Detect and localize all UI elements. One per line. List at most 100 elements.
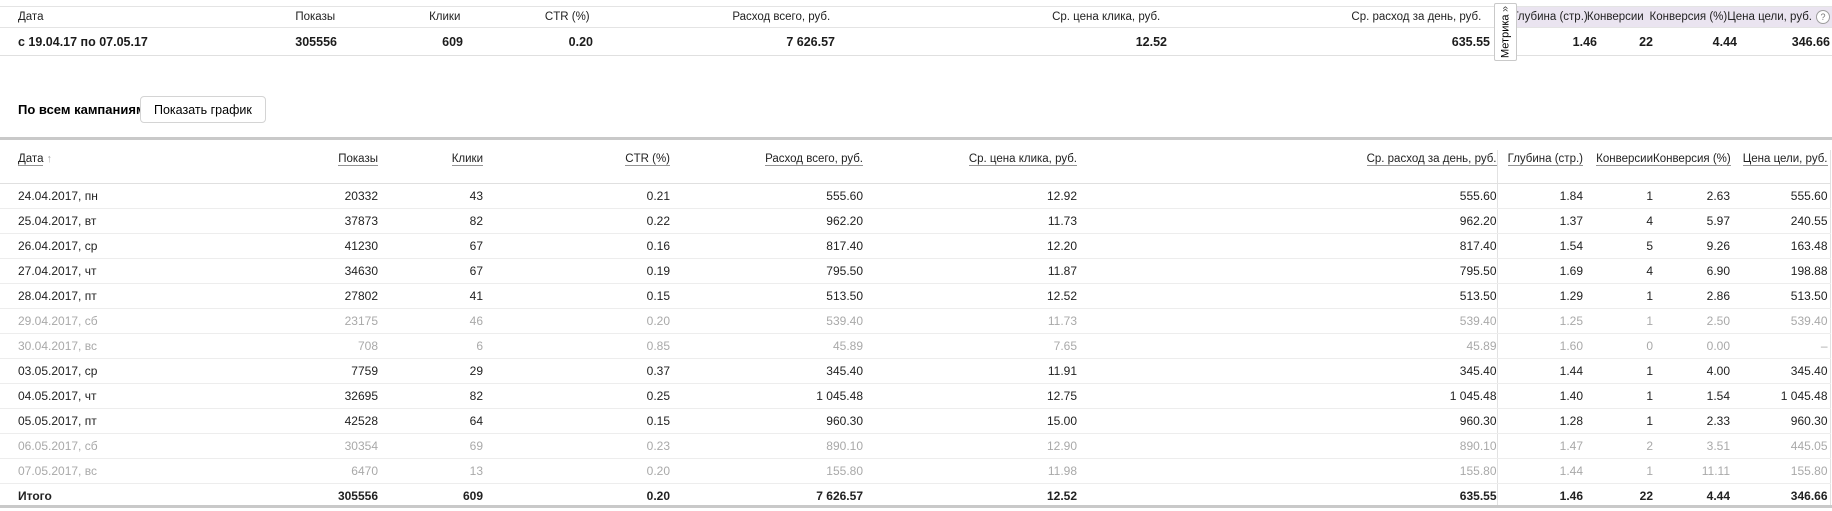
summary-values-row: с 19.04.17 по 07.05.17 305556 609 0.20 7 626… [0,28,1832,56]
table-cell: 15.00 [863,408,1077,434]
table-cell: 163.48 [1730,233,1831,259]
column-header-link[interactable]: Дата [18,153,44,166]
table-cell: 67 [378,233,483,259]
column-header-link[interactable]: CTR (%) [625,153,670,166]
table-cell: 0.00 [1653,333,1730,359]
table-cell: 4 [1583,208,1653,234]
table-cell: 1 [1583,308,1653,334]
table-cell: 69 [378,433,483,459]
summary-metrika-column-header: Конверсия (%) [1643,7,1728,27]
table-cell: 1.29 [1496,283,1583,309]
table-cell: 155.80 [670,458,863,484]
table-row: 07.05.2017, вс 6470 13 0.20 155.80 11.98 155.8… [0,458,1831,484]
table-cell: 0 [1583,333,1653,359]
table-cell: 41230 [300,233,378,259]
table-cell: 1.40 [1496,383,1583,409]
table-cell: 05.05.2017, пт [0,408,300,434]
column-header-link[interactable]: Ср. расход за день, руб. [1366,153,1497,166]
table-cell: 890.10 [1077,433,1497,459]
table-cell: 1 045.48 [670,383,863,409]
column-header-link[interactable]: Конверсия (%) [1653,153,1731,166]
table-cell: 960.30 [670,408,863,434]
table-cell: 30.04.2017, вс [0,333,300,359]
table-cell: 6470 [300,458,378,484]
table-cell: 1.25 [1496,308,1583,334]
table-cell: 2.50 [1653,308,1730,334]
table-cell: 539.40 [1730,308,1831,334]
help-icon[interactable]: ? [1816,10,1830,24]
summary-value-cell: 635.55 [1451,34,1490,49]
column-header-sort[interactable]: Дата ↑ [0,150,300,184]
metrika-tab[interactable]: Метрика» [1494,3,1517,61]
column-header-sort[interactable]: Ср. цена клика, руб. [863,150,1077,184]
table-cell: 43 [378,183,483,209]
table-cell: 29 [378,358,483,384]
table-cell: 03.05.2017, ср [0,358,300,384]
column-header-link[interactable]: Цена цели, руб. [1742,153,1828,166]
table-cell: 817.40 [670,233,863,259]
table-cell: 155.80 [1730,458,1831,484]
section-title: По всем кампаниям [18,102,146,117]
table-cell: 555.60 [1077,183,1497,209]
table-cell: 1 [1583,283,1653,309]
table-cell: 2.86 [1653,283,1730,309]
summary-metrika-value-cell: 4.44 [1712,34,1737,49]
summary-value-cell: 12.52 [1135,34,1167,49]
table-cell: 445.05 [1730,433,1831,459]
column-header-sort[interactable]: Конверсия (%) [1653,150,1731,184]
column-header-link[interactable]: Глубина (стр.) [1507,153,1583,166]
table-cell: 45.89 [670,333,863,359]
table-cell: 1 [1583,408,1653,434]
column-header-link[interactable]: Клики [451,153,483,166]
table-cell: 06.05.2017, сб [0,433,300,459]
table-cell: 37873 [300,208,378,234]
column-header-link[interactable]: Ср. цена клика, руб. [968,153,1077,166]
table-cell: 960.30 [1730,408,1831,434]
table-cell: 1.84 [1496,183,1583,209]
table-cell: 1.69 [1496,258,1583,284]
table-cell: 708 [300,333,378,359]
table-cell: 1 045.48 [1730,383,1831,409]
table-cell: 9.26 [1653,233,1730,259]
summary-column-header: Клики [429,11,461,23]
column-header-sort[interactable]: Показы [300,150,378,184]
table-cell: 0.15 [483,408,670,434]
column-header-link[interactable]: Расход всего, руб. [765,153,863,166]
table-cell: 513.50 [1730,283,1831,309]
table-row: 04.05.2017, чт 32695 82 0.25 1 045.48 12.75 1 … [0,383,1831,409]
table-row: 24.04.2017, пн 20332 43 0.21 555.60 12.92 555.… [0,183,1831,209]
summary-date-range: с 19.04.17 по 07.05.17 [18,34,148,49]
table-cell: 1 045.48 [1077,383,1497,409]
column-header-sort[interactable]: Расход всего, руб. [670,150,863,184]
column-header-sort[interactable]: Ср. расход за день, руб. [1077,150,1497,184]
table-header-row: Дата ↑ Показы Клики CTR (%) Расход всего, руб… [0,150,1831,184]
table-cell: 2.33 [1653,408,1730,434]
summary-column-header: Показы [295,11,336,23]
sort-ascending-icon: ↑ [46,153,52,165]
table-cell: 25.04.2017, вт [0,208,300,234]
table-cell: 82 [378,208,483,234]
table-cell: 555.60 [670,183,863,209]
show-chart-button[interactable]: Показать график [140,96,266,123]
table-cell: 1 [1583,458,1653,484]
table-cell: 962.20 [670,208,863,234]
table-cell: 1 [1583,383,1653,409]
table-cell: 42528 [300,408,378,434]
column-header-sort[interactable]: Глубина (стр.) [1496,150,1583,184]
table-row: 25.04.2017, вт 37873 82 0.22 962.20 11.73 962.… [0,208,1831,234]
column-header-link[interactable]: Показы [338,153,378,166]
table-cell: 64 [378,408,483,434]
table-row: 05.05.2017, пт 42528 64 0.15 960.30 15.00 960.… [0,408,1831,434]
summary-value-cell: 305556 [295,34,337,49]
column-header-sort[interactable]: Клики [378,150,483,184]
table-cell: 24.04.2017, пн [0,183,300,209]
column-header-sort[interactable]: Конверсии [1583,150,1653,184]
column-header-sort[interactable]: Цена цели, руб. [1730,150,1831,184]
table-cell: 0.23 [483,433,670,459]
table-cell: 345.40 [1730,358,1831,384]
column-header-link[interactable]: Конверсии [1596,153,1653,166]
column-header-sort[interactable]: CTR (%) [483,150,670,184]
table-cell: 7759 [300,358,378,384]
table-cell: 5.97 [1653,208,1730,234]
table-cell: 11.91 [863,358,1077,384]
